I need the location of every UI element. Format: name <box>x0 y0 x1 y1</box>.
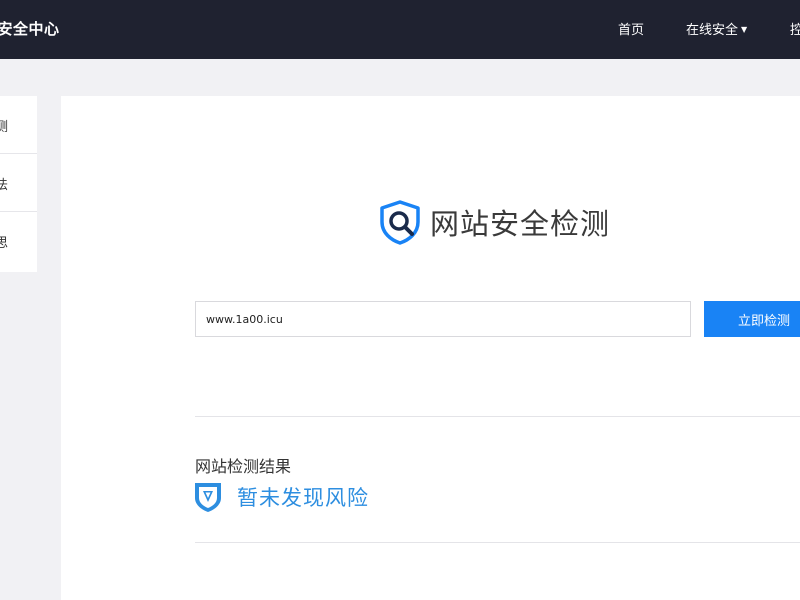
sidebar-item-2[interactable]: 法 <box>0 154 37 212</box>
nav-item-truncated[interactable]: 控 <box>790 19 800 38</box>
result-status-row: 暂未发现风险 <box>193 481 369 513</box>
nav-online-security-dropdown[interactable]: 在线安全 ▼ <box>686 19 747 38</box>
caret-down-icon: ▼ <box>741 25 748 34</box>
sidebar-item-label: 思 <box>0 236 8 251</box>
detection-logo: 网站安全检测 <box>376 198 610 246</box>
result-heading: 网站检测结果 <box>195 457 292 476</box>
divider <box>195 416 800 417</box>
result-status-text: 暂未发现风险 <box>237 486 369 510</box>
sidebar-item-label: 测 <box>0 116 8 135</box>
site-brand-title[interactable]: 址安全中心 <box>0 18 60 39</box>
shield-search-icon <box>380 200 420 245</box>
nav-online-security-label: 在线安全 <box>686 23 739 38</box>
url-input[interactable] <box>195 301 691 337</box>
main-panel: 网站安全检测 立即检测 网站检测结果 暂未发现风险 <box>61 96 800 600</box>
check-now-button[interactable]: 立即检测 <box>704 301 800 337</box>
top-navbar: 址安全中心 首页 在线安全▼ 控 <box>0 0 800 59</box>
nav-home-link[interactable]: 首页 <box>618 19 644 38</box>
sidebar-item-3[interactable]: 思 <box>0 212 37 270</box>
sidebar-item-label: 法 <box>0 174 8 193</box>
sidebar-item-1[interactable]: 测 <box>0 96 37 154</box>
shield-check-icon <box>195 483 221 512</box>
sidebar: 测 法 思 <box>0 96 37 272</box>
page-title: 网站安全检测 <box>430 207 611 241</box>
divider <box>195 542 800 543</box>
